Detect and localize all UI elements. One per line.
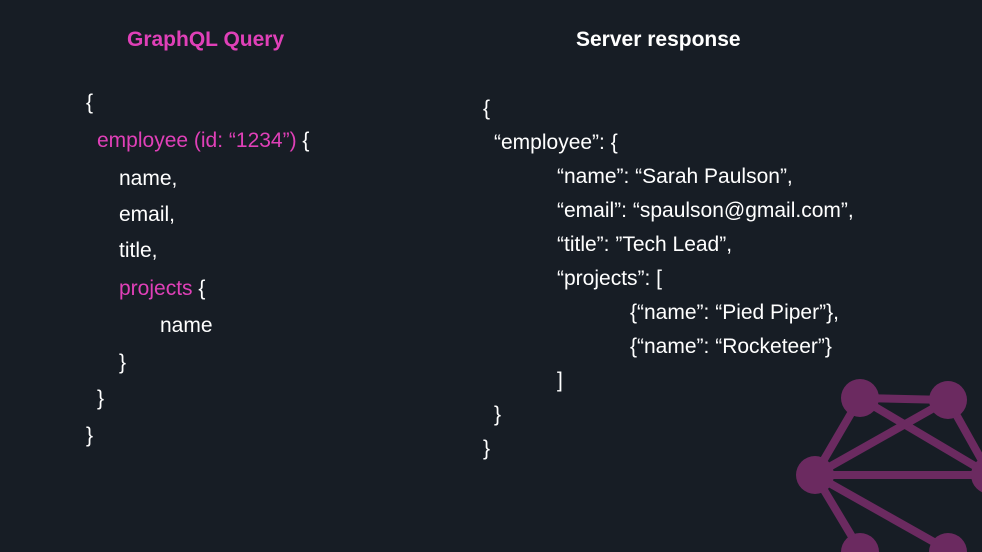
query-line-text: email, — [119, 203, 176, 226]
query-line-text: } — [86, 424, 94, 447]
query-line: title, — [119, 238, 158, 264]
graphql-logo-icon — [796, 379, 982, 552]
query-line-text: name — [160, 314, 213, 337]
query-line-text: } — [97, 387, 105, 410]
response-line: } — [483, 437, 491, 460]
response-line: {“name”: “Pied Piper”}, — [630, 301, 839, 324]
response-heading: Server response — [576, 28, 741, 51]
response-line: “projects”: [ — [557, 267, 663, 290]
query-line: email, — [119, 202, 175, 228]
response-line: “email”: “spaulson@gmail.com”, — [557, 199, 854, 222]
response-line: { — [483, 97, 491, 120]
response-line: } — [494, 403, 502, 426]
response-line: {“name”: “Rocketeer”} — [630, 335, 832, 358]
query-field-projects: projects — [119, 277, 193, 300]
response-line: “name”: “Sarah Paulson”, — [557, 165, 793, 188]
query-line-text: title, — [119, 239, 158, 262]
query-line-text: } — [119, 351, 127, 374]
query-line: employee (id: “1234”) { — [97, 128, 309, 154]
query-line: name — [160, 313, 213, 339]
query-line: projects { — [119, 276, 205, 302]
query-line: } — [119, 350, 126, 376]
query-line: { — [86, 90, 93, 116]
query-line-text: { — [192, 277, 206, 300]
response-line: ] — [557, 369, 563, 392]
query-field-employee: employee (id: “1234”) — [97, 129, 297, 152]
query-line: } — [86, 423, 93, 449]
response-line: “employee”: { — [494, 131, 618, 154]
query-line-text: { — [296, 129, 310, 152]
response-line: “title”: ”Tech Lead”, — [557, 233, 733, 256]
query-line-text: { — [86, 91, 94, 114]
query-line: name, — [119, 166, 177, 192]
query-heading: GraphQL Query — [127, 28, 285, 51]
query-line: } — [97, 386, 104, 412]
query-line-text: name, — [119, 167, 178, 190]
